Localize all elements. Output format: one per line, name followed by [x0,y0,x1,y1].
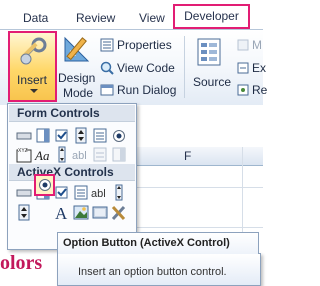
toggle-button-icon[interactable] [91,204,109,221]
design-mode-button[interactable]: Design Mode [58,34,98,100]
run-dialog-icon [100,84,114,96]
activex-spin-button-icon[interactable] [15,204,33,221]
design-mode-icon [64,36,90,62]
expansion-packs-icon [237,62,249,74]
properties-label: Properties [117,38,172,52]
tooltip-description: Insert an option button control. [78,266,227,278]
scroll-bar-icon[interactable] [53,146,71,163]
activex-scroll-bar-icon[interactable] [110,184,128,201]
view-code-icon [100,61,114,75]
svg-text:abl: abl [72,150,87,162]
view-code-label: View Code [117,61,175,75]
column-header-f[interactable]: F [184,149,191,163]
option-button-icon[interactable] [110,127,128,144]
tab-developer[interactable]: Developer [173,4,250,29]
spin-button-icon[interactable] [72,127,90,144]
cell-text-fragment: olors [0,252,43,274]
command-button-icon[interactable] [15,184,33,201]
row-gridline [135,187,263,188]
run-dialog-button[interactable]: Run Dialog [100,82,177,98]
activex-option-button[interactable] [34,174,55,196]
option-button-icon [39,179,51,191]
image-icon[interactable] [72,204,90,221]
tab-view[interactable]: View [139,11,165,25]
insert-label: Insert [17,73,48,87]
svg-text:Aa: Aa [34,148,50,163]
map-properties-label: M [252,38,262,52]
insert-controls-button[interactable]: Insert [8,31,57,102]
source-button[interactable]: Source [190,34,232,100]
refresh-data-icon [237,84,249,96]
chevron-down-icon [30,89,38,93]
check-box-icon[interactable] [53,127,71,144]
tools-icon [20,37,47,65]
tab-review[interactable]: Review [76,11,115,25]
expansion-packs-label: Ex [252,61,267,75]
button-icon[interactable] [15,127,33,144]
text-field-icon[interactable]: abl [72,146,90,163]
activex-check-box-icon[interactable] [53,184,71,201]
form-controls-header: Form Controls [9,105,135,122]
source-icon [197,38,221,66]
combo-list-edit-icon[interactable] [91,146,109,163]
design-mode-label-line2: Mode [63,86,94,100]
more-controls-icon[interactable] [110,204,128,221]
group-box-icon[interactable]: XYZ [15,146,33,163]
properties-button[interactable]: Properties [100,37,175,53]
refresh-data-label: Re [252,83,268,97]
properties-icon [100,38,114,52]
run-dialog-label: Run Dialog [117,83,177,97]
insert-controls-menu: Form Controls XYZ Aa abl ActiveX Control… [7,103,137,250]
tooltip: Option Button (ActiveX Control) Insert a… [57,253,261,286]
combo-box-icon[interactable] [34,127,52,144]
svg-text:A: A [55,204,68,221]
design-mode-label-line1: Design [58,71,96,85]
row-gridline [135,227,263,228]
source-label: Source [193,75,232,89]
expansion-packs-button[interactable]: Ex [237,60,267,76]
svg-text:abl: abl [91,188,106,200]
activex-label-icon[interactable]: A [53,204,71,221]
view-code-button[interactable]: View Code [100,60,175,76]
combo-drop-edit-icon[interactable] [110,146,128,163]
activex-text-box-icon[interactable]: abl [91,184,109,201]
refresh-data-button[interactable]: Re [237,82,267,98]
activex-controls-header: ActiveX Controls [9,164,135,181]
svg-text:XYZ: XYZ [18,148,28,154]
tooltip-title-text: Option Button (ActiveX Control) [63,237,230,249]
column-header-row [135,147,263,166]
list-box-icon[interactable] [91,127,109,144]
map-properties-icon [237,39,249,51]
activex-list-box-icon[interactable] [72,184,90,201]
label-icon[interactable]: Aa [34,146,52,163]
tab-data[interactable]: Data [23,11,48,25]
map-properties-button[interactable]: M [237,37,263,53]
tooltip-header: Option Button (ActiveX Control) [57,232,259,254]
ribbon-separator [184,36,185,98]
